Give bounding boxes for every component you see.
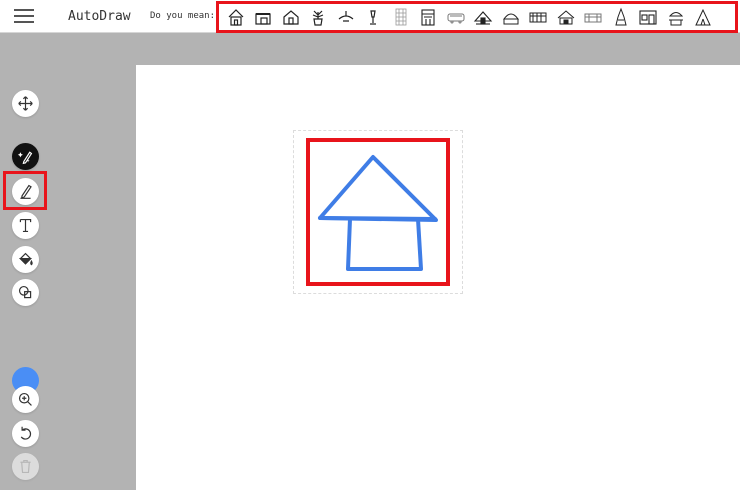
move-arrows-icon [18, 96, 33, 111]
move-tool[interactable] [12, 90, 39, 117]
building-grid-icon[interactable] [387, 6, 415, 28]
suggestions-label: Do you mean: [150, 11, 216, 21]
suggestions-bar [216, 1, 738, 33]
shape-tool[interactable] [12, 279, 39, 306]
zoom-in-icon [18, 392, 32, 406]
top-bar: AutoDraw Do you mean: [0, 0, 740, 33]
zoom-tool[interactable] [12, 386, 39, 413]
trash-icon [20, 459, 31, 474]
draw-tool[interactable] [12, 178, 39, 205]
tent-icon[interactable] [690, 6, 718, 28]
dome-building-icon[interactable] [497, 6, 525, 28]
paint-bucket-icon [18, 252, 33, 266]
house-icon[interactable] [222, 6, 250, 28]
type-tool[interactable] [12, 212, 39, 239]
text-t-icon [19, 218, 32, 233]
bird-icon[interactable] [332, 6, 360, 28]
storefront-icon[interactable] [415, 6, 443, 28]
fence-building-icon[interactable] [525, 6, 553, 28]
undo-tool[interactable] [12, 420, 39, 447]
bus-icon[interactable] [442, 6, 470, 28]
delete-tool[interactable] [12, 453, 39, 480]
plant-pot-icon[interactable] [305, 6, 333, 28]
hut-icon[interactable] [470, 6, 498, 28]
house-sketch[interactable] [310, 142, 446, 282]
tool-sidebar [0, 34, 52, 490]
pagoda-icon[interactable] [662, 6, 690, 28]
shed-icon[interactable] [580, 6, 608, 28]
app-title: AutoDraw [68, 9, 131, 24]
hamburger-menu-icon[interactable] [14, 9, 34, 25]
trophy-icon[interactable] [360, 6, 388, 28]
autodraw-tool[interactable] [12, 143, 39, 170]
cottage-icon[interactable] [552, 6, 580, 28]
undo-icon [20, 426, 32, 440]
garage-icon[interactable] [250, 6, 278, 28]
fill-tool[interactable] [12, 246, 39, 273]
shop-window-icon[interactable] [635, 6, 663, 28]
autodraw-magic-pencil-icon [17, 151, 33, 165]
pencil-icon [20, 184, 32, 199]
house-outline-icon[interactable] [277, 6, 305, 28]
tower-icon[interactable] [607, 6, 635, 28]
shapes-icon [18, 285, 32, 299]
